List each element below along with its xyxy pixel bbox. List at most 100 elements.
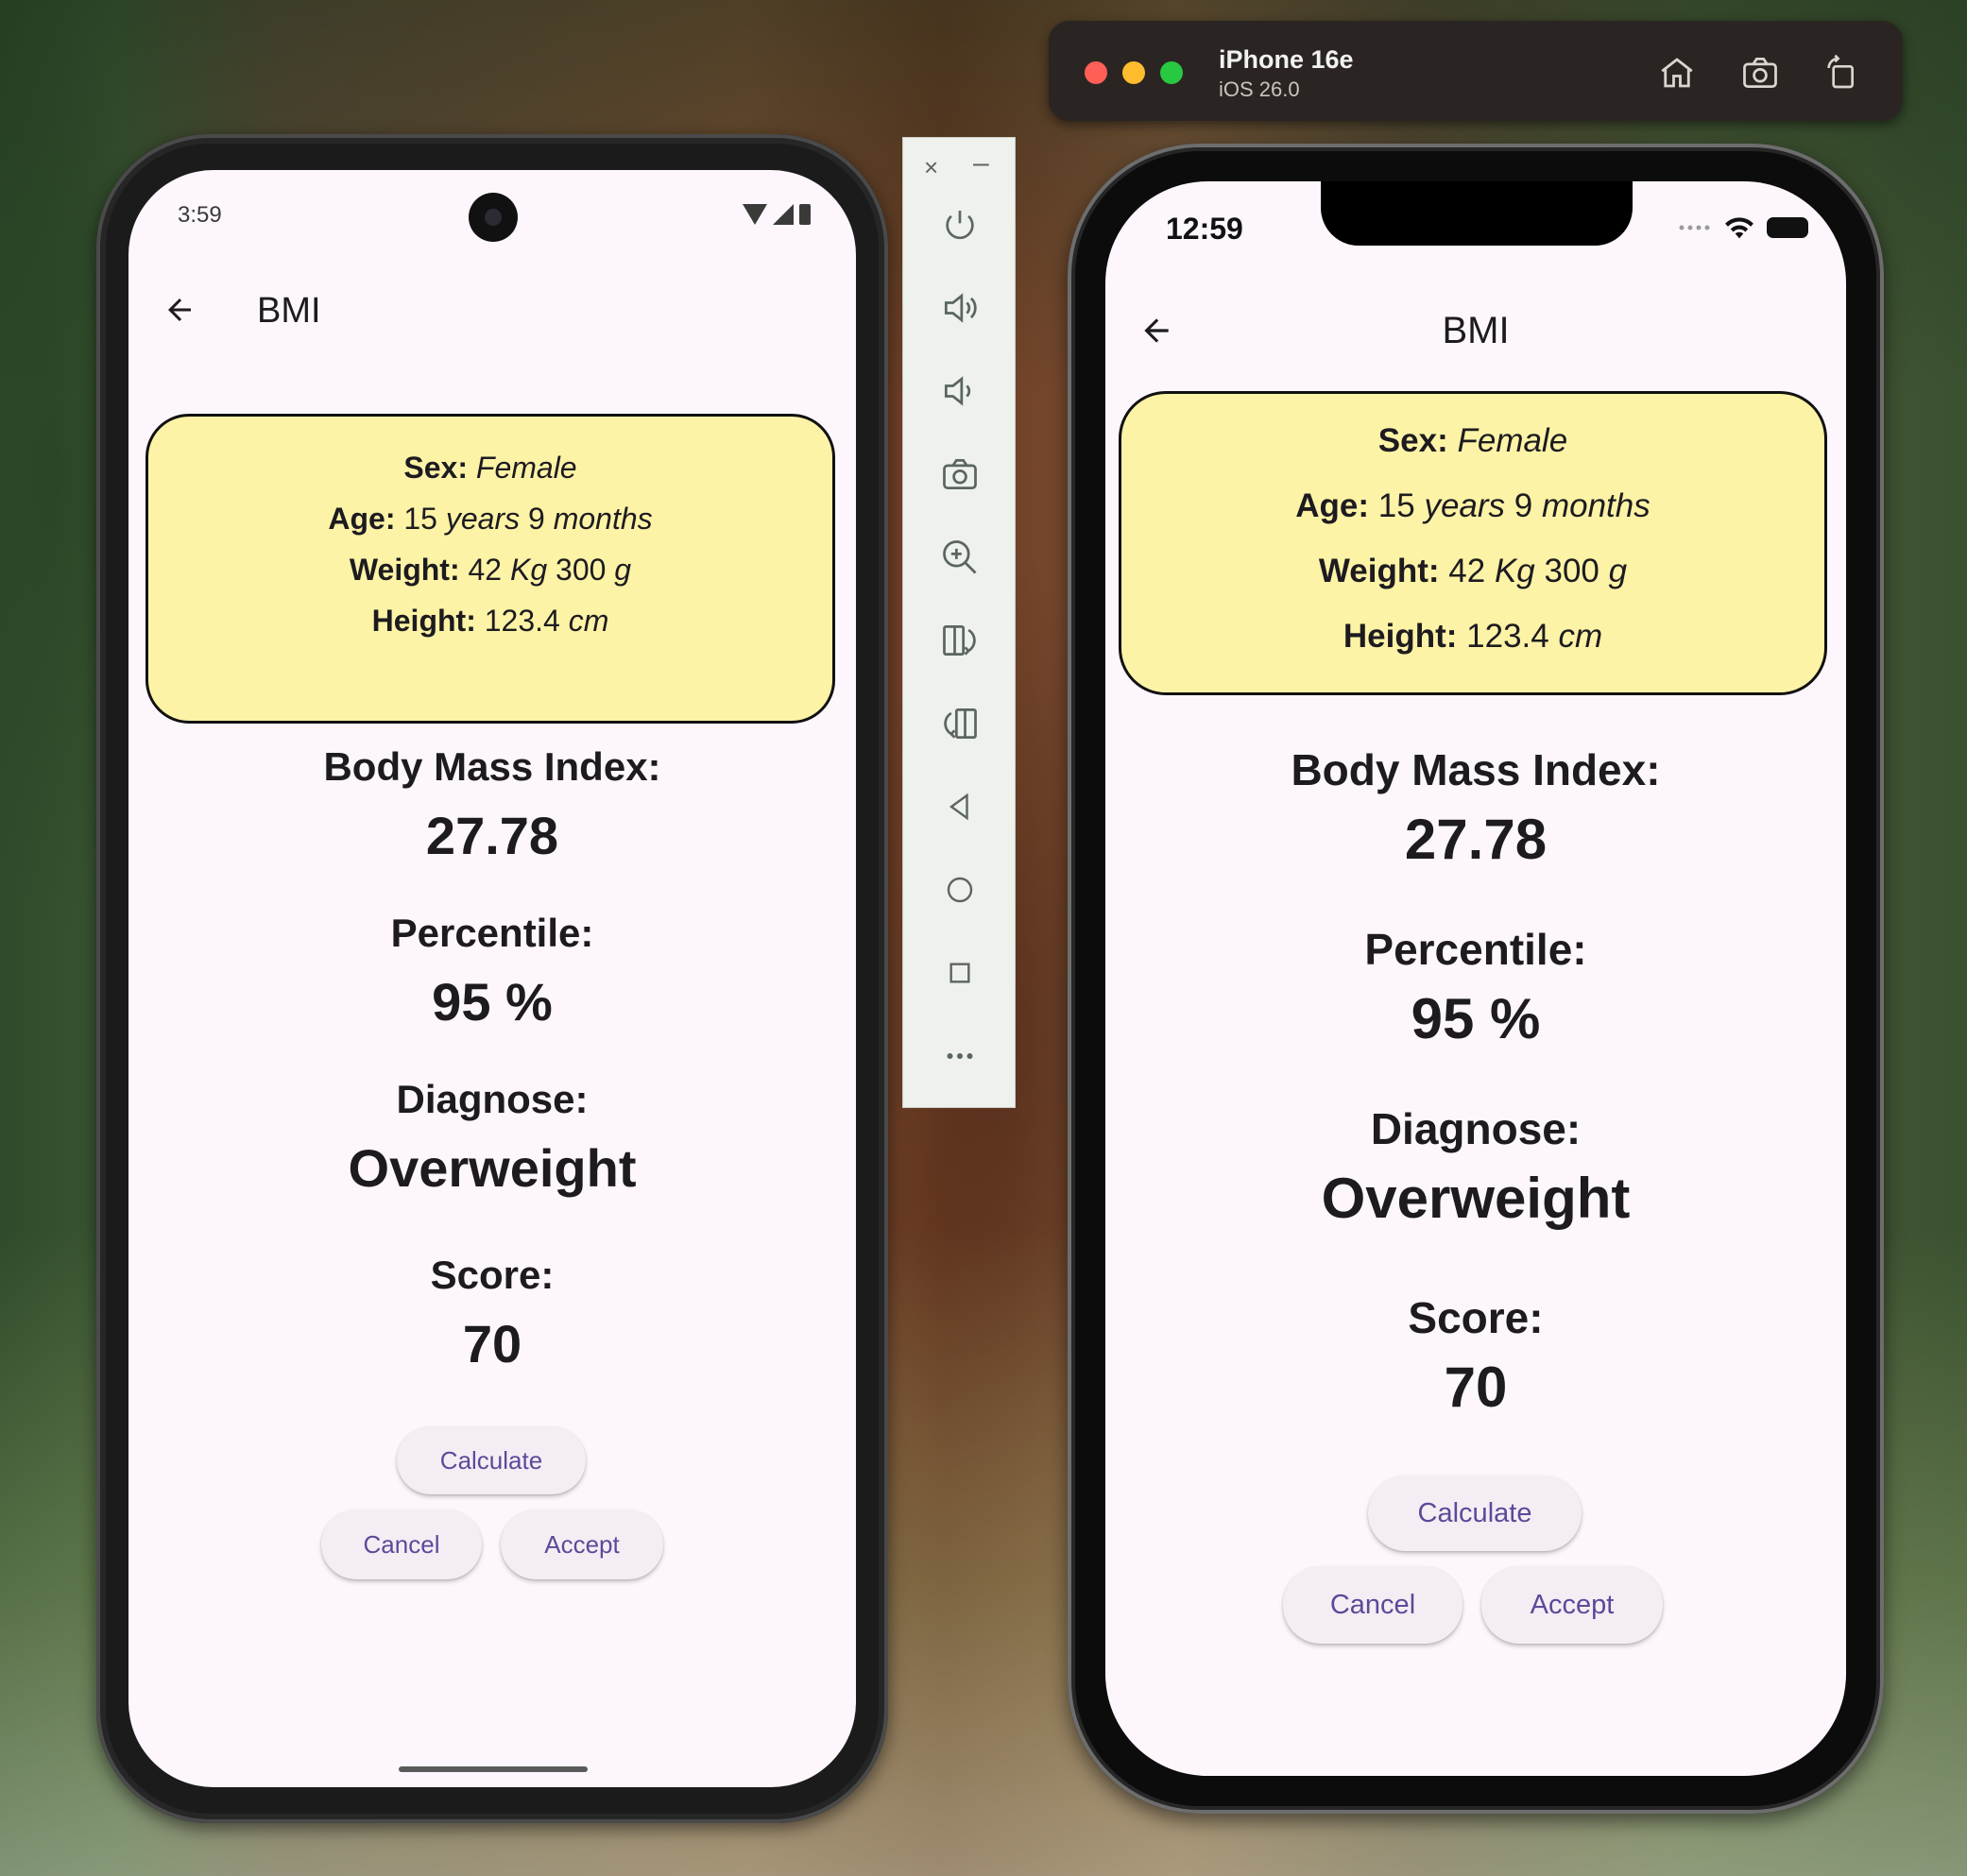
cancel-button[interactable]: Cancel — [1283, 1566, 1462, 1644]
wifi-icon — [743, 204, 767, 225]
rotate-button[interactable] — [1818, 49, 1865, 96]
screenshot-button[interactable] — [1736, 49, 1784, 96]
page-title: BMI — [257, 291, 321, 331]
volume-down-button[interactable] — [932, 363, 988, 419]
battery-icon — [799, 204, 811, 225]
age-years-unit: years — [445, 502, 521, 536]
status-icons — [1678, 215, 1808, 240]
age-months: 9 — [528, 502, 545, 536]
sex-row: Sex: Female — [1121, 422, 1824, 460]
age-row: Age: 15 years 9 months — [1121, 487, 1824, 525]
weight-g-unit: g — [1608, 553, 1628, 589]
zoom-in-icon — [943, 540, 977, 574]
bmi-label: Body Mass Index: — [323, 744, 661, 789]
nav-overview-button[interactable] — [932, 945, 988, 1001]
window-close-button[interactable] — [1085, 61, 1107, 84]
bmi-value: 27.78 — [425, 806, 559, 865]
percentile-label: Percentile: — [1364, 925, 1587, 974]
score-value: 70 — [462, 1314, 522, 1373]
emulator-toolbar: × – — [902, 137, 1016, 1108]
percentile-value: 95 % — [1411, 987, 1541, 1050]
sex-row: Sex: Female — [148, 451, 832, 486]
diagnose-label: Diagnose: — [396, 1077, 589, 1121]
sex-value: Female — [1457, 422, 1568, 459]
weight-kg: 42 — [468, 553, 503, 587]
gesture-home-bar[interactable] — [399, 1766, 588, 1772]
close-icon[interactable]: × — [924, 153, 938, 182]
rotate-left-icon — [943, 624, 976, 657]
patient-info-card: Sex: Female Age: 15 years 9 months Weigh… — [145, 414, 835, 724]
rotate-right-button[interactable] — [932, 695, 988, 752]
height-row: Height: 123.4 cm — [148, 604, 832, 639]
diagnose-value: Overweight — [348, 1138, 637, 1198]
percentile-value: 95 % — [432, 972, 553, 1032]
home-button[interactable] — [1653, 49, 1701, 96]
simulator-title-bar: iPhone 16e iOS 26.0 — [1049, 21, 1903, 121]
zoom-button[interactable] — [932, 529, 988, 586]
more-icon — [947, 1053, 973, 1059]
calculate-button[interactable]: Calculate — [397, 1426, 586, 1494]
minimize-icon[interactable]: – — [973, 147, 989, 179]
status-time: 3:59 — [178, 202, 222, 228]
more-button[interactable] — [932, 1028, 988, 1084]
volume-up-icon — [944, 293, 977, 323]
app-bar: BMI — [128, 274, 856, 350]
calculate-button[interactable]: Calculate — [1368, 1475, 1582, 1551]
cancel-button[interactable]: Cancel — [321, 1509, 482, 1579]
ios-screen: 12:59 BMI Sex: Female Age: 15 years 9 mo… — [1105, 181, 1846, 1776]
nav-home-button[interactable] — [932, 861, 988, 918]
sex-label: Sex: — [1377, 422, 1448, 459]
app-bar: BMI — [1105, 295, 1846, 370]
weight-label: Weight: — [349, 553, 460, 587]
bmi-label: Body Mass Index: — [1291, 745, 1661, 794]
age-row: Age: 15 years 9 months — [148, 502, 832, 537]
volume-up-button[interactable] — [932, 280, 988, 336]
screenshot-button[interactable] — [932, 446, 988, 503]
rotate-left-button[interactable] — [932, 612, 988, 669]
accept-button[interactable]: Accept — [501, 1509, 663, 1579]
height-unit: cm — [568, 604, 609, 638]
height-row: Height: 123.4 cm — [1121, 618, 1824, 656]
android-device-frame: 3:59 BMI Sex: Female Age: 15 years 9 mon… — [96, 134, 888, 1823]
weight-g: 300 — [1544, 553, 1599, 589]
overview-icon — [949, 963, 970, 983]
weight-kg: 42 — [1448, 553, 1486, 589]
window-zoom-button[interactable] — [1160, 61, 1183, 84]
score-value: 70 — [1444, 1356, 1508, 1419]
score-label: Score: — [430, 1253, 555, 1297]
back-icon — [949, 793, 968, 821]
arrow-back-icon — [168, 298, 191, 321]
status-time: 12:59 — [1166, 212, 1243, 246]
weight-label: Weight: — [1318, 553, 1440, 589]
weight-g: 300 — [556, 553, 607, 587]
diagnose-value: Overweight — [1321, 1167, 1631, 1230]
weight-kg-unit: Kg — [509, 553, 548, 587]
weight-row: Weight: 42 Kg 300 g — [1121, 553, 1824, 590]
age-label: Age: — [1295, 487, 1370, 524]
nav-back-button[interactable] — [932, 778, 988, 835]
height-unit: cm — [1558, 618, 1603, 655]
camera-icon — [943, 458, 977, 490]
window-minimize-button[interactable] — [1122, 61, 1145, 84]
age-months-unit: months — [1541, 487, 1651, 524]
power-icon — [946, 211, 974, 240]
home-icon — [947, 877, 973, 903]
diagnose-label: Diagnose: — [1370, 1104, 1582, 1153]
back-button[interactable] — [157, 287, 202, 333]
height-value: 123.4 — [484, 604, 560, 638]
screenshot-icon — [1743, 57, 1777, 89]
accept-button[interactable]: Accept — [1481, 1566, 1663, 1644]
sex-value: Female — [475, 451, 577, 485]
power-button[interactable] — [932, 196, 988, 253]
weight-row: Weight: 42 Kg 300 g — [148, 553, 832, 588]
wifi-icon — [1725, 217, 1753, 239]
height-label: Height: — [1343, 618, 1458, 655]
rotate-icon — [1827, 54, 1854, 89]
height-label: Height: — [371, 604, 476, 638]
age-years: 15 — [403, 502, 437, 536]
cell-signal-icon — [773, 204, 794, 225]
ios-device-frame: 12:59 BMI Sex: Female Age: 15 years 9 mo… — [1068, 144, 1884, 1814]
status-icons — [743, 204, 811, 225]
age-label: Age: — [328, 502, 396, 536]
notch — [1321, 181, 1633, 246]
